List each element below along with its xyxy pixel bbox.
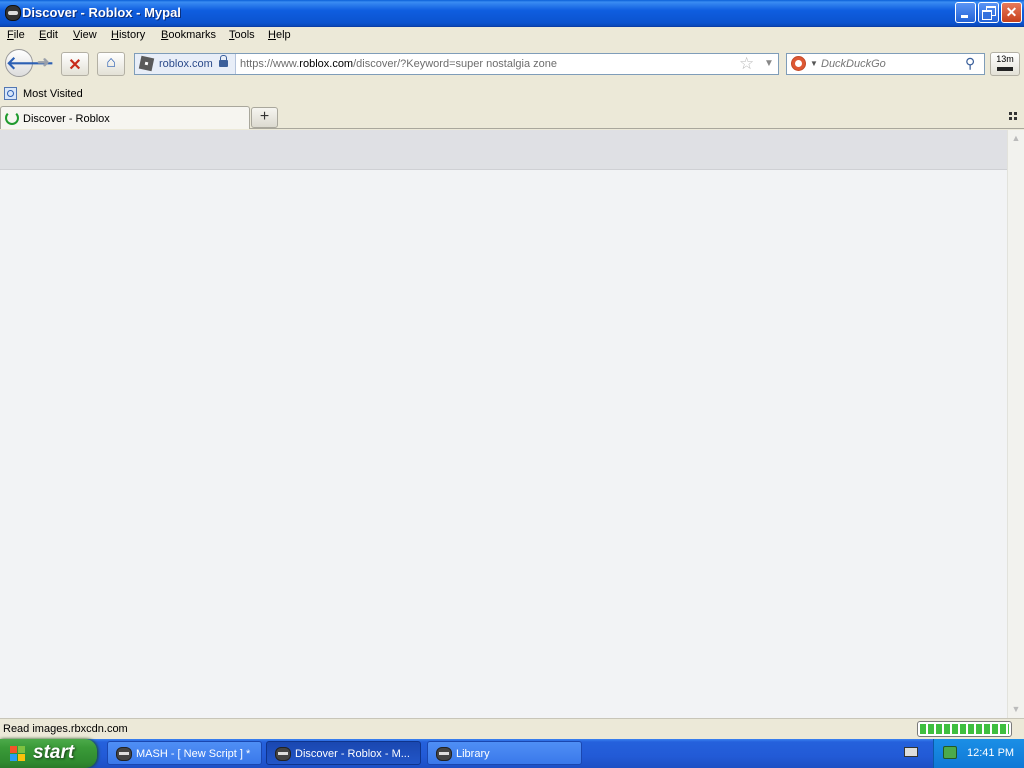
search-input[interactable] — [821, 56, 959, 72]
keyboard-icon[interactable] — [904, 747, 918, 757]
loading-spinner-icon — [5, 111, 19, 125]
engine-dropdown-chevron-icon[interactable]: ▼ — [810, 59, 818, 68]
url-text[interactable]: https://www.roblox.com/discover/?Keyword… — [240, 58, 557, 70]
status-bar: Read images.rbxcdn.com — [0, 718, 1024, 739]
taskbar-clock[interactable]: 12:41 PM — [967, 747, 1014, 759]
tab-strip: Discover - Roblox + — [0, 105, 1024, 129]
stop-icon: ✕ — [68, 57, 82, 74]
close-window-button[interactable]: ✕ — [1001, 2, 1022, 23]
menu-history-accel: H — [111, 29, 119, 41]
url-path: /discover/?Keyword=super nostalgia zone — [353, 58, 558, 70]
navigation-toolbar: 🡐 ➜ ✕ ⌂ roblox.com https://www.roblox.co… — [0, 46, 1024, 84]
site-identity-box[interactable]: roblox.com — [135, 54, 236, 74]
home-icon: ⌂ — [106, 54, 116, 71]
site-identity-label: roblox.com — [159, 58, 213, 70]
menu-edit[interactable]: Edit — [39, 29, 58, 41]
bookmark-most-visited[interactable]: Most Visited — [23, 88, 83, 100]
extension-button[interactable]: 13m — [990, 52, 1020, 76]
home-button[interactable]: ⌂ — [97, 52, 125, 76]
start-label: start — [33, 742, 75, 763]
menu-bookmarks-label: ookmarks — [168, 29, 217, 41]
tab-label: Discover - Roblox — [23, 113, 110, 125]
menu-file-accel: F — [7, 29, 14, 41]
tab-discover-roblox[interactable]: Discover - Roblox — [0, 106, 250, 129]
taskbar-item-label: MASH - [ New Script ] * — [136, 748, 251, 760]
mypal-app-icon — [275, 747, 291, 761]
close-icon: ✕ — [1005, 4, 1018, 20]
url-dropdown-chevron-icon[interactable]: ▼ — [764, 58, 774, 69]
menu-file[interactable]: File — [7, 29, 25, 41]
menu-help-accel: H — [268, 29, 276, 41]
extension-label: 13m — [996, 54, 1014, 64]
duckduckgo-engine-icon[interactable] — [791, 56, 806, 71]
back-arrow-icon: 🡐 — [6, 53, 55, 73]
page-content — [0, 130, 1007, 718]
url-prefix: https://www. — [240, 58, 300, 70]
start-button[interactable]: start — [0, 739, 97, 768]
scroll-up-icon[interactable]: ▲ — [1008, 130, 1024, 147]
bookmarks-toolbar: Most Visited — [0, 85, 1024, 105]
taskbar-item-label: Discover - Roblox - M... — [295, 748, 410, 760]
url-bar[interactable]: roblox.com https://www.roblox.com/discov… — [134, 53, 779, 75]
roblox-favicon-icon — [138, 55, 155, 72]
menu-view-label: iew — [80, 29, 97, 41]
mash-app-icon — [116, 747, 132, 761]
new-tab-button[interactable]: + — [251, 107, 278, 128]
forward-button[interactable]: ➜ — [34, 54, 56, 74]
search-bar[interactable]: ▼ ⚲ — [786, 53, 985, 75]
system-tray: 12:41 PM — [933, 739, 1024, 768]
stop-button[interactable]: ✕ — [61, 52, 89, 76]
taskbar-item-mash[interactable]: MASH - [ New Script ] * — [107, 741, 262, 765]
status-text: Read images.rbxcdn.com — [3, 723, 128, 735]
menu-view[interactable]: View — [73, 29, 97, 41]
progress-fill — [920, 724, 1009, 734]
mypal-app-icon — [436, 747, 452, 761]
menu-history[interactable]: History — [111, 29, 145, 41]
back-button[interactable]: 🡐 — [5, 49, 55, 77]
window-title: Discover - Roblox - Mypal — [22, 5, 181, 20]
restore-button[interactable] — [978, 2, 999, 23]
search-icon[interactable]: ⚲ — [965, 55, 975, 72]
minimize-button[interactable] — [955, 2, 976, 23]
menu-bar: File Edit View History Bookmarks Tools H… — [0, 27, 1024, 45]
menu-file-label: ile — [13, 29, 25, 41]
taskbar-item-library[interactable]: Library — [427, 741, 582, 765]
vertical-scrollbar[interactable]: ▲ ▼ — [1007, 130, 1024, 718]
list-all-tabs-icon[interactable] — [1009, 112, 1019, 120]
menu-help[interactable]: Help — [268, 29, 291, 41]
title-bar[interactable]: Discover - Roblox - Mypal ✕ — [0, 0, 1024, 27]
most-visited-icon[interactable] — [4, 87, 17, 100]
menu-help-label: elp — [275, 29, 291, 41]
taskbar-item-discover-roblox[interactable]: Discover - Roblox - M... — [266, 741, 421, 765]
loading-progress-bar — [917, 721, 1012, 737]
mypal-app-icon[interactable] — [5, 5, 21, 21]
scroll-down-icon[interactable]: ▼ — [1008, 701, 1024, 718]
menu-tools-label: ools — [234, 29, 255, 41]
page-header-bar — [0, 130, 1007, 170]
forward-arrow-icon: ➜ — [37, 54, 50, 71]
taskbar-item-label: Library — [456, 748, 490, 760]
extension-bar-icon — [997, 67, 1013, 71]
menu-edit-label: dit — [46, 29, 58, 41]
menu-bookmarks[interactable]: Bookmarks — [161, 29, 216, 41]
lock-icon — [219, 55, 228, 67]
bookmark-star-icon[interactable]: ☆ — [739, 54, 754, 74]
network-tray-icon[interactable] — [943, 746, 957, 759]
windows-logo-icon — [10, 746, 26, 762]
menu-tools[interactable]: Tools — [229, 29, 255, 41]
taskbar: start MASH - [ New Script ] * Discover -… — [0, 739, 1024, 768]
url-host: roblox.com — [299, 58, 354, 70]
menu-history-label: istory — [118, 29, 146, 41]
